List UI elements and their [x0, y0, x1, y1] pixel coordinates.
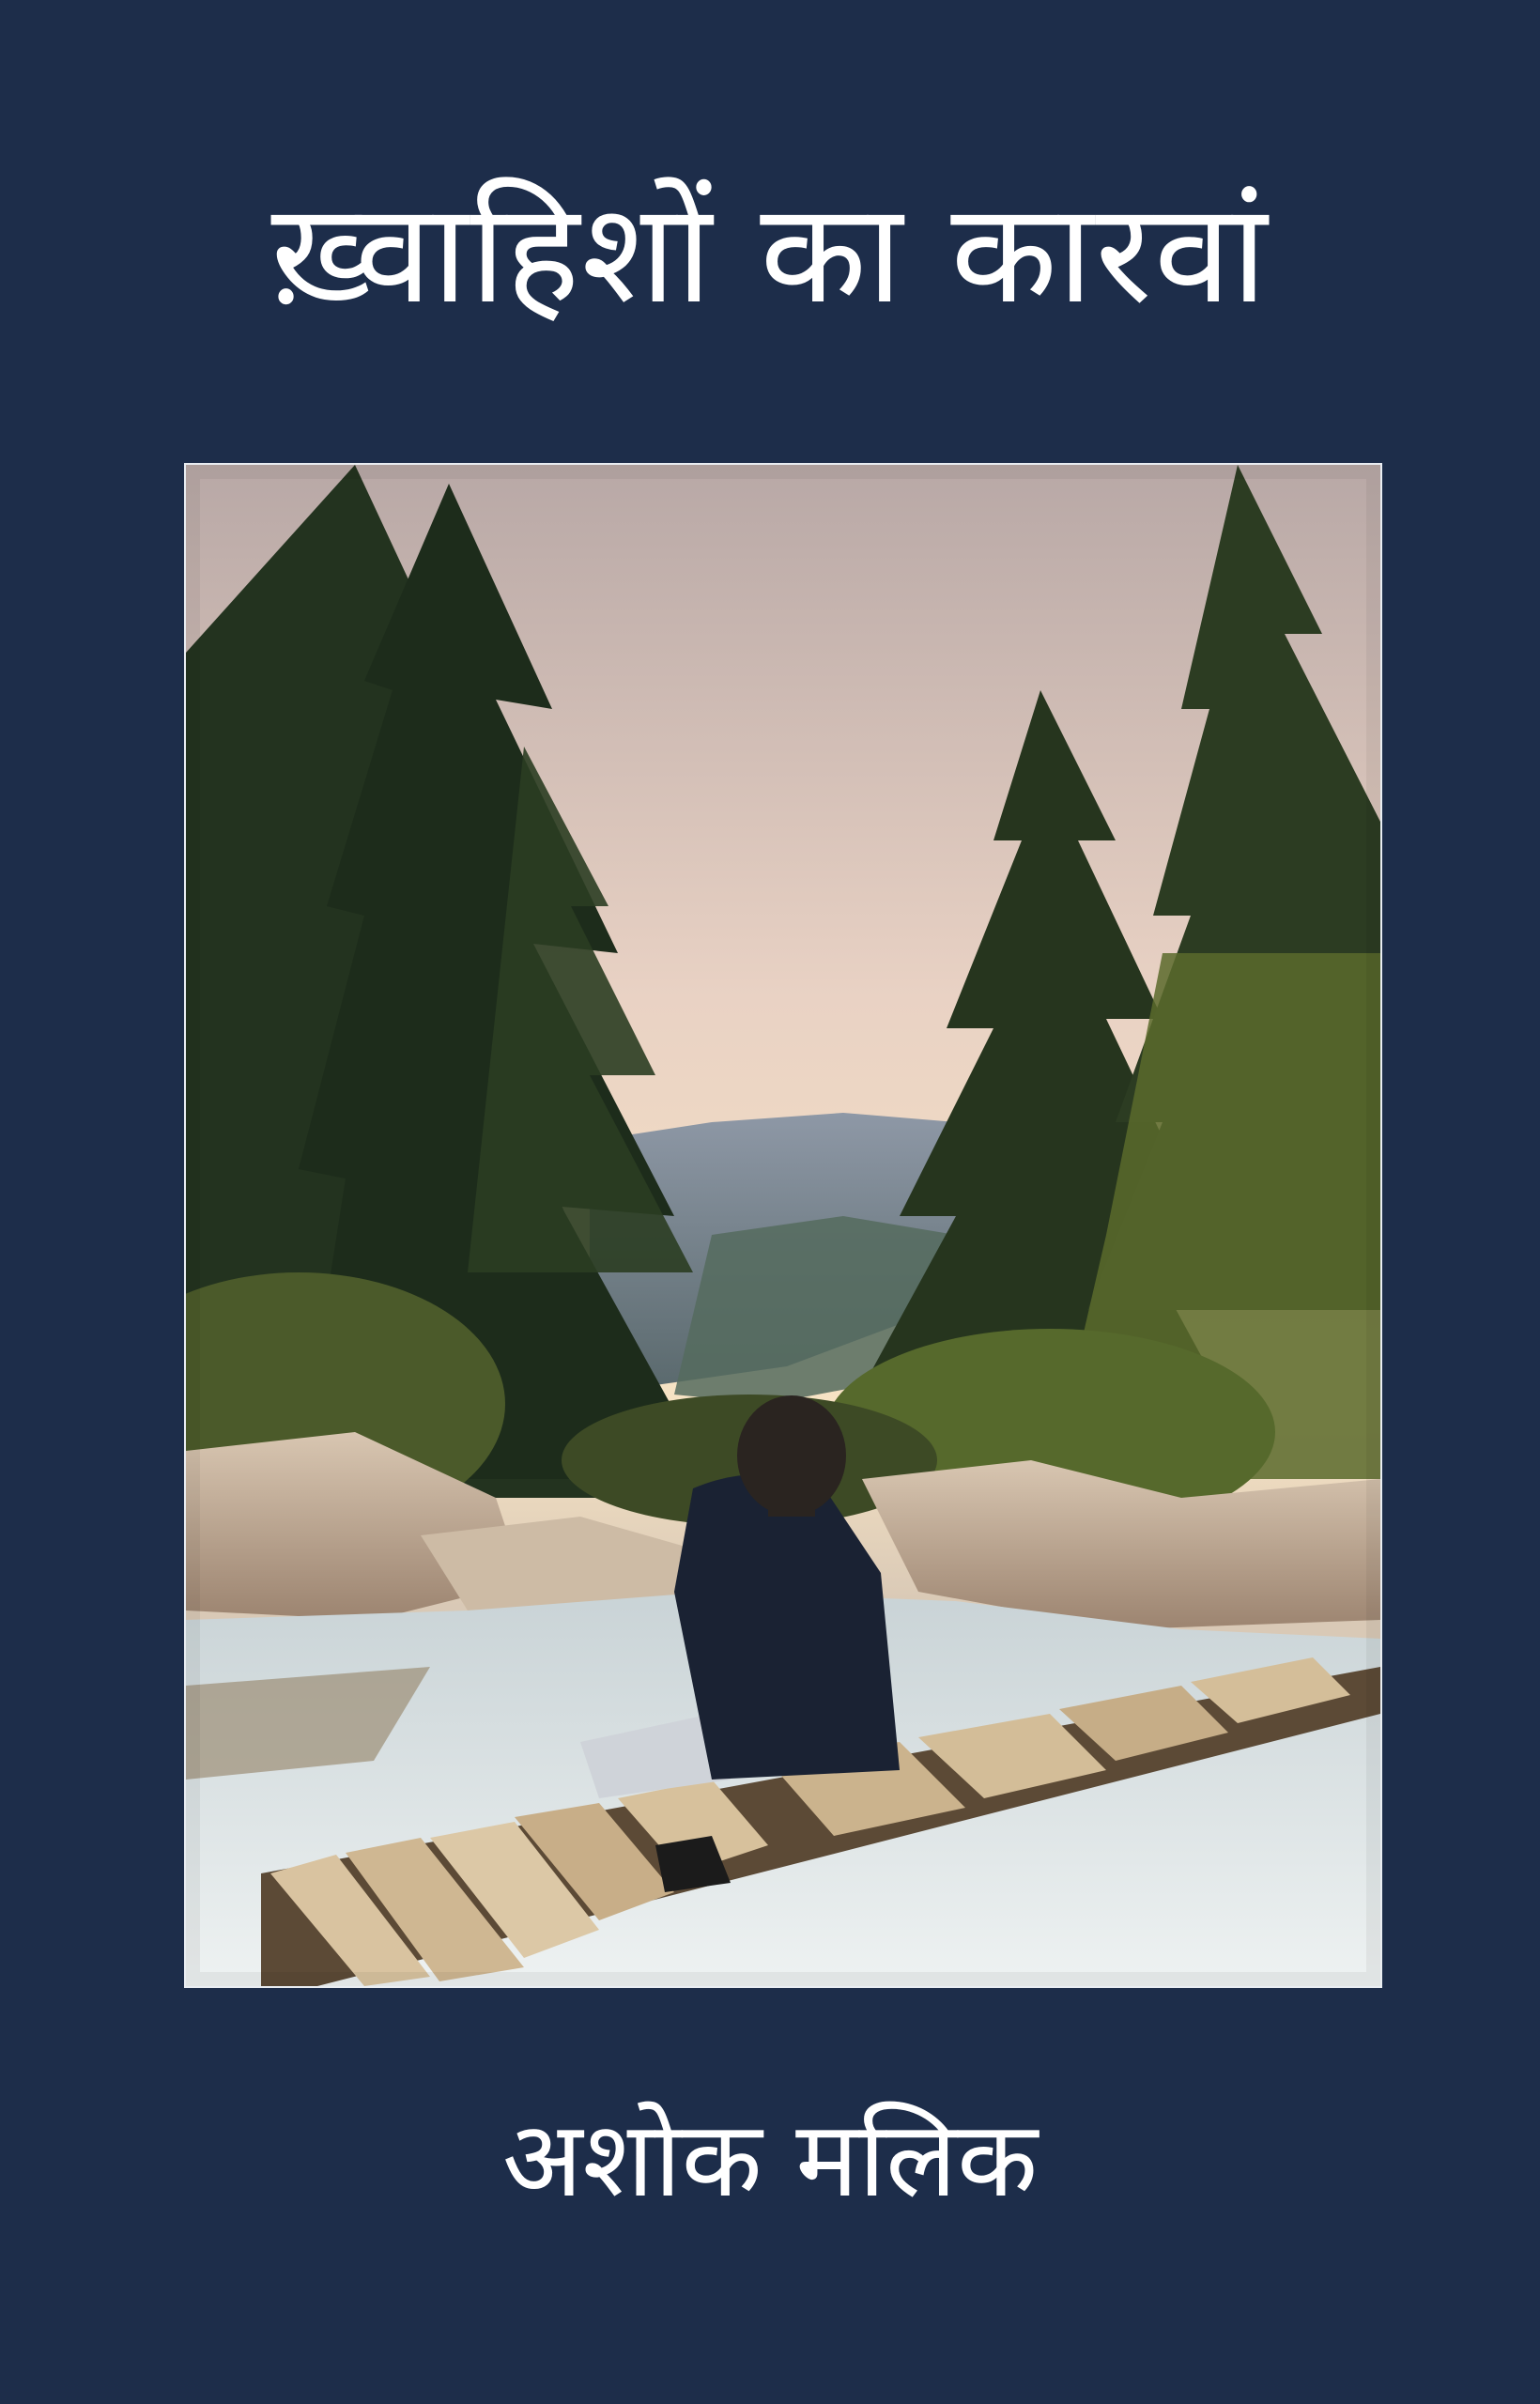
cover-photo-illustration — [186, 465, 1380, 1986]
cover-photo — [184, 463, 1382, 1988]
book-title: ख़्वाहिशों का कारवां — [270, 173, 1270, 334]
book-cover: ख़्वाहिशों का कारवां अशोक मलिक — [0, 0, 1540, 2404]
book-author: अशोक मलिक — [501, 2099, 1039, 2221]
